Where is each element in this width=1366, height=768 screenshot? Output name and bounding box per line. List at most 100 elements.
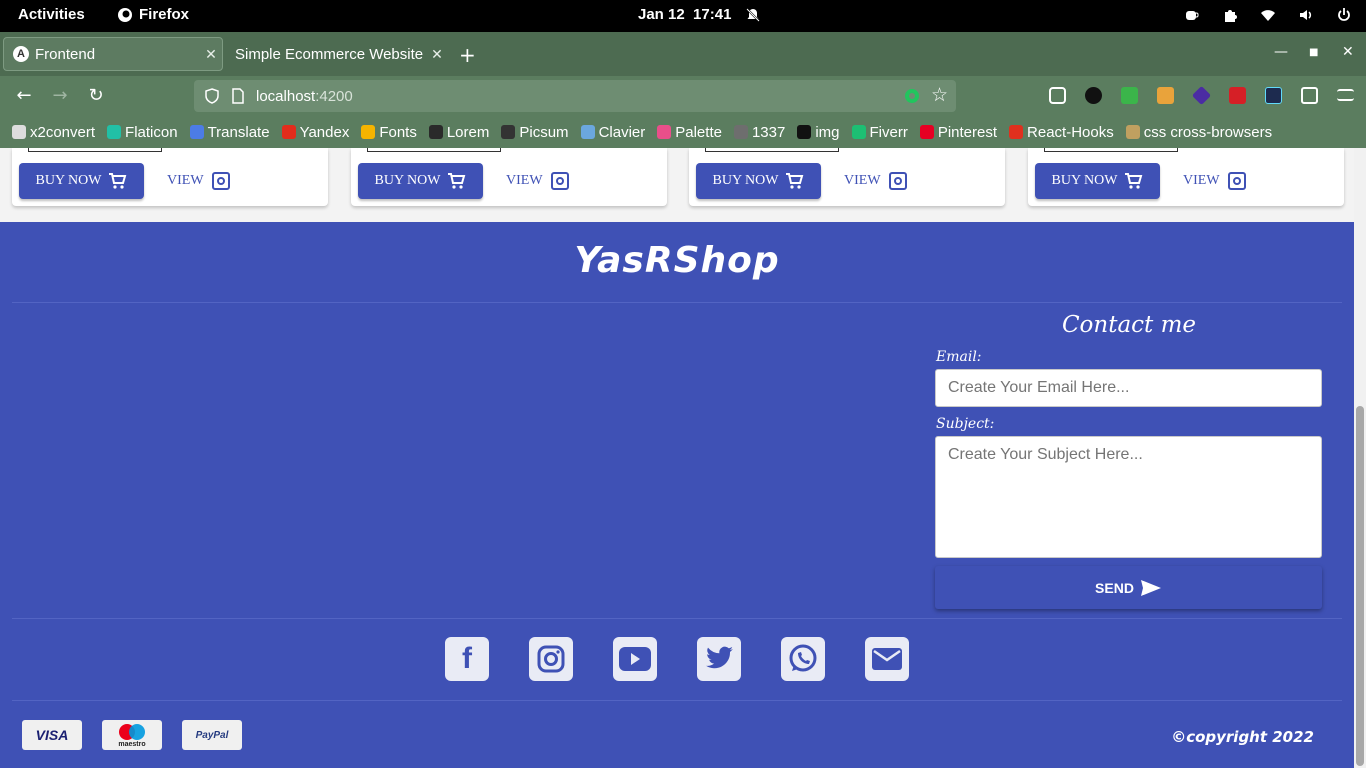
whatsapp-icon[interactable] (781, 637, 825, 681)
bookmark-star-icon[interactable]: ☆ (931, 84, 948, 106)
bookmark-label: 1337 (751, 123, 786, 141)
buy-now-label: BUY NOW (35, 173, 102, 188)
back-button[interactable]: ← (13, 85, 35, 106)
bookmark-favicon-icon (797, 125, 812, 139)
bookmark-x2convert[interactable]: x2convert (12, 124, 95, 141)
app-menu[interactable]: Firefox (117, 6, 189, 23)
bookmark-yandex[interactable]: Yandex (281, 124, 349, 141)
bookmark-css-cross-browsers[interactable]: css cross-browsers (1125, 124, 1272, 141)
open-external-icon[interactable] (1301, 87, 1318, 104)
bookmark-clavier[interactable]: Clavier (580, 124, 645, 141)
close-window-button[interactable]: ✕ (1342, 44, 1354, 60)
react-devtools-icon[interactable] (1265, 87, 1282, 104)
hand-extension-icon[interactable] (1157, 87, 1174, 104)
view-button[interactable]: VIEW (167, 163, 230, 199)
maximize-window-button[interactable]: ■ (1309, 47, 1318, 58)
colorpicker-extension-icon[interactable] (1229, 87, 1246, 104)
send-button[interactable]: SEND (935, 566, 1322, 609)
tracking-icon[interactable] (904, 88, 920, 104)
system-tray[interactable] (1184, 7, 1352, 23)
divider (12, 618, 1342, 619)
minimize-window-button[interactable]: — (1274, 44, 1288, 60)
buy-now-button[interactable]: BUY NOW (358, 163, 483, 199)
divider (12, 302, 1342, 303)
gnome-extension-icon[interactable] (1085, 87, 1102, 104)
clock[interactable]: Jan 12 17:41 (638, 6, 761, 23)
bookmark-react-hooks[interactable]: React-Hooks (1009, 124, 1114, 141)
bookmark-picsum[interactable]: Picsum (501, 123, 569, 141)
product-card: BUY NOW VIEW (12, 148, 328, 206)
close-tab-icon[interactable]: ✕ (426, 46, 448, 63)
product-cards-row: BUY NOW VIEW BUY NOW VIEW BUY NOW VIEW B… (0, 148, 1354, 222)
site-footer: YasRShop Contact me Email: Subject: SEND… (0, 222, 1354, 768)
firefox-icon (118, 7, 132, 22)
bookmark-translate[interactable]: Translate (189, 123, 270, 141)
activities-button[interactable]: Activities (18, 6, 85, 23)
forward-button[interactable]: → (49, 85, 71, 106)
view-label: VIEW (506, 173, 543, 188)
bookmark-flaticon[interactable]: Flaticon (107, 124, 178, 141)
buy-now-button[interactable]: BUY NOW (1035, 163, 1160, 199)
product-card: BUY NOW VIEW (351, 148, 667, 206)
hamburger-menu-icon[interactable] (1337, 89, 1354, 101)
bookmark-favicon-icon (361, 125, 376, 139)
cart-icon (1125, 173, 1143, 189)
close-tab-icon[interactable]: ✕ (200, 46, 222, 63)
eye-icon (888, 172, 907, 190)
view-label: VIEW (844, 173, 881, 188)
view-button[interactable]: VIEW (506, 163, 569, 199)
url-bar[interactable]: localhost:4200 ☆ (194, 80, 956, 112)
subject-textarea[interactable] (935, 436, 1322, 558)
pocket-icon[interactable] (1049, 87, 1066, 104)
bookmark-pinterest[interactable]: Pinterest (919, 124, 997, 141)
scrollbar-thumb[interactable] (1356, 406, 1364, 766)
view-label: VIEW (167, 173, 204, 188)
youtube-icon[interactable] (613, 637, 657, 681)
buy-now-label: BUY NOW (712, 173, 779, 188)
bookmark-label: Picsum (519, 123, 569, 141)
reload-button[interactable]: ↻ (85, 85, 107, 106)
url-host: localhost (256, 88, 316, 105)
bookmark-fiverr[interactable]: Fiverr (851, 124, 908, 141)
bookmark-1337[interactable]: 1337 (733, 123, 786, 141)
clock-date: Jan 12 (638, 6, 685, 23)
twitter-icon[interactable] (697, 637, 741, 681)
footer-brand: YasRShop (574, 240, 780, 281)
bookmark-img[interactable]: img (797, 124, 840, 141)
shield-icon[interactable] (204, 88, 220, 104)
bookmark-favicon-icon (189, 125, 204, 139)
page-scrollbar[interactable] (1354, 148, 1366, 768)
eye-icon (550, 172, 569, 190)
contact-title: Contact me (1061, 312, 1197, 338)
adblock-shield-icon[interactable] (1121, 87, 1138, 104)
email-input[interactable] (935, 369, 1322, 407)
angular-favicon-icon: A (13, 46, 29, 62)
bookmark-fonts[interactable]: Fonts (361, 124, 417, 141)
bookmark-palette[interactable]: Palette (657, 124, 722, 141)
buy-now-button[interactable]: BUY NOW (696, 163, 821, 199)
url-text[interactable]: localhost:4200 (256, 88, 353, 105)
bookmark-label: Palette (675, 123, 722, 141)
coffee-icon (1186, 11, 1199, 20)
extensions-icon (1225, 10, 1237, 22)
mail-icon[interactable] (865, 637, 909, 681)
page-info-icon[interactable] (231, 88, 245, 104)
divider (12, 700, 1342, 701)
send-icon (1140, 579, 1161, 596)
eye-icon (211, 172, 230, 190)
view-button[interactable]: VIEW (1183, 163, 1246, 199)
tab-simple-ecommerce[interactable]: Simple Ecommerce Website ✕ (228, 37, 448, 71)
view-button[interactable]: VIEW (844, 163, 907, 199)
tab-frontend[interactable]: A Frontend ✕ (3, 37, 223, 71)
maestro-logo: maestro (102, 720, 162, 750)
bookmark-label: Translate (207, 123, 270, 141)
bookmark-label: React-Hooks (1027, 123, 1114, 141)
system-top-bar: Activities Firefox Jan 12 17:41 (0, 0, 1366, 32)
diamond-extension-icon[interactable] (1191, 85, 1212, 106)
product-card: BUY NOW VIEW (689, 148, 1005, 206)
new-tab-button[interactable]: + (459, 43, 476, 67)
buy-now-button[interactable]: BUY NOW (19, 163, 144, 199)
facebook-icon[interactable]: f (445, 637, 489, 681)
instagram-icon[interactable] (529, 637, 573, 681)
bookmark-lorem[interactable]: Lorem (428, 124, 489, 141)
